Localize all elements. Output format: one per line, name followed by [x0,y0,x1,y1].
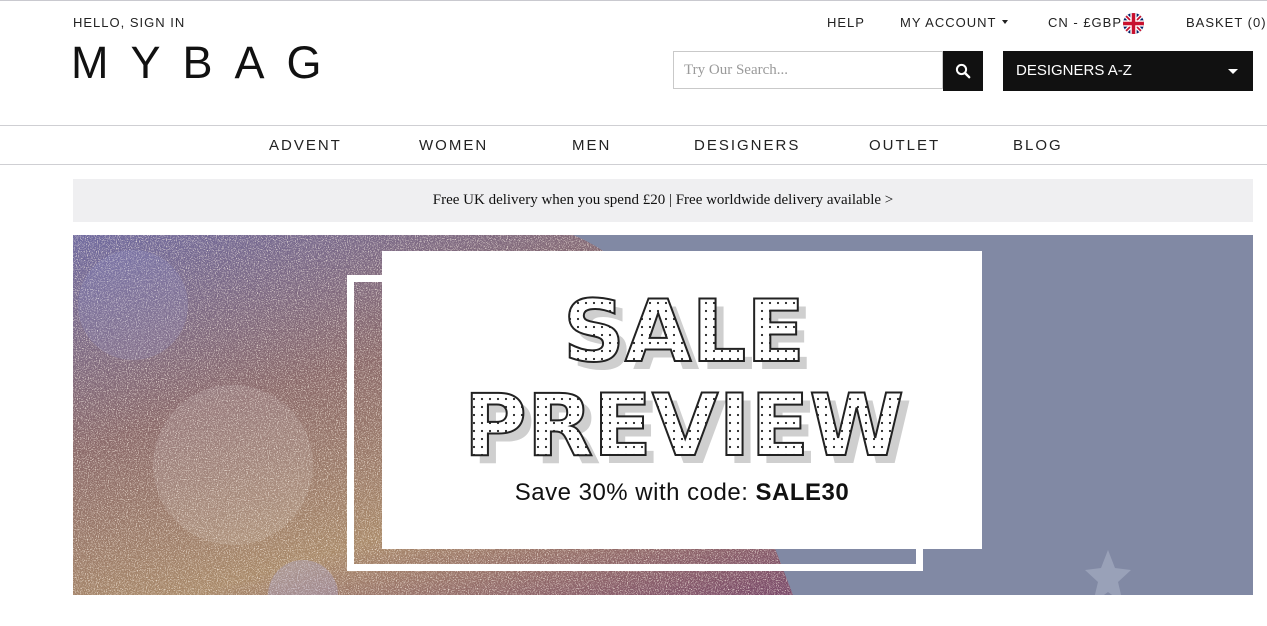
my-account-label: MY ACCOUNT [900,15,997,30]
chevron-down-icon [1228,69,1238,74]
preview-text: PREVIEW [464,376,904,476]
main-nav: ADVENT WOMEN MEN DESIGNERS OUTLET BLOG [0,125,1267,165]
uk-flag-icon[interactable] [1123,13,1144,34]
sale-code: SALE30 [755,479,850,506]
delivery-promo-link[interactable]: Free UK delivery when you spend £20 | Fr… [73,179,1253,222]
sale-text: SALE [563,282,805,382]
star-icon [1085,550,1131,595]
help-link[interactable]: HELP [827,15,865,30]
sign-in-link[interactable]: HELLO, SIGN IN [73,15,185,30]
nav-item-outlet[interactable]: OUTLET [869,137,940,154]
sale-code-text: Save 30% with code: SALE30 [382,479,982,507]
designers-dropdown[interactable]: DESIGNERS A-Z [1003,51,1253,91]
hero-banner[interactable]: SALE SALE PREVIEW PREVIEW Save 30% with … [73,235,1253,595]
sale-card: SALE SALE PREVIEW PREVIEW Save 30% with … [382,251,982,549]
chevron-down-icon [1002,19,1009,24]
currency-selector[interactable]: CN - £GBP [1048,15,1122,30]
site-logo[interactable]: MYBAG [71,40,344,85]
nav-item-blog[interactable]: BLOG [1013,137,1063,154]
basket-link[interactable]: BASKET (0) [1186,15,1267,30]
nav-item-women[interactable]: WOMEN [419,137,488,154]
nav-item-advent[interactable]: ADVENT [269,137,342,154]
my-account-menu[interactable]: MY ACCOUNT [900,15,1009,30]
sale-code-prefix: Save 30% with code: [514,479,756,506]
search-button[interactable] [943,51,983,91]
sale-headline: SALE SALE PREVIEW PREVIEW [463,281,912,481]
search-field [673,51,943,89]
nav-item-men[interactable]: MEN [572,137,611,154]
search-input[interactable] [674,52,934,88]
top-border [0,0,1267,1]
nav-item-designers[interactable]: DESIGNERS [694,137,800,154]
search-icon [955,63,971,79]
designers-dropdown-label: DESIGNERS A-Z [1016,62,1132,79]
